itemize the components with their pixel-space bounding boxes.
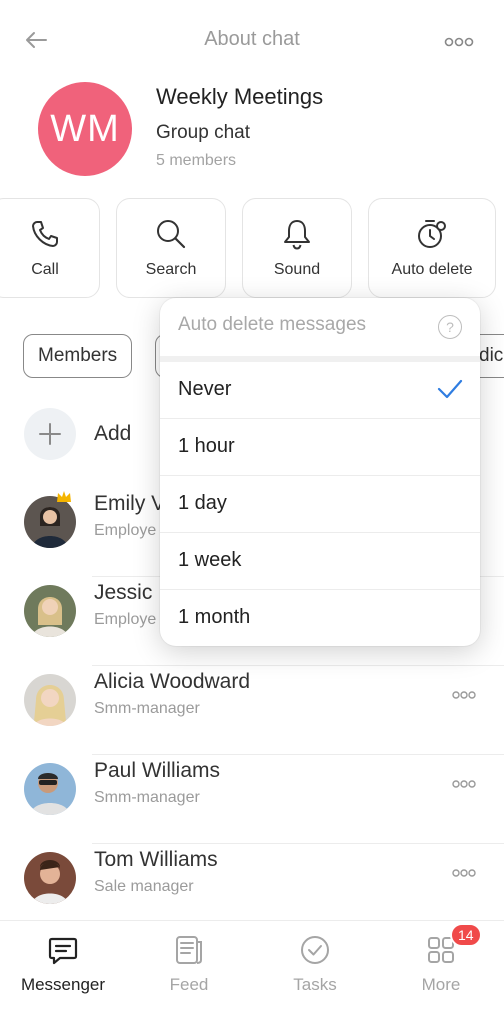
member-role: Employe [94, 611, 157, 628]
chat-initials: WM [50, 107, 120, 150]
member-role: Smm-manager [94, 789, 200, 806]
top-bar: About chat [0, 0, 504, 80]
timer-icon [418, 220, 446, 248]
nav-label: Feed [169, 975, 209, 994]
member-role: Employe [94, 522, 157, 539]
member-name: Alicia Woodward [94, 670, 251, 693]
auto-delete-label: Auto delete [391, 261, 473, 278]
help-icon[interactable]: ? [438, 315, 462, 339]
phone-icon [32, 221, 58, 247]
nav-more[interactable]: 14 More [378, 921, 504, 1024]
option-label: 1 hour [178, 435, 235, 457]
tab-media-label: dic [479, 345, 504, 366]
bottom-navigation: Messenger Feed Tasks 14 More [0, 920, 504, 1024]
more-options-icon[interactable] [452, 690, 476, 700]
option-1-week[interactable]: 1 week [160, 533, 480, 590]
member-role: Sale manager [94, 878, 194, 895]
add-button[interactable] [24, 408, 76, 460]
option-never[interactable]: Never [160, 362, 480, 419]
option-1-hour[interactable]: 1 hour [160, 419, 480, 476]
tom-avatar [24, 852, 76, 904]
tab-members[interactable]: Members [23, 334, 133, 378]
option-label: Never [178, 378, 232, 400]
dropdown-title: Auto delete messages [178, 314, 367, 335]
option-1-month[interactable]: 1 month [160, 590, 480, 647]
add-label: Add [94, 422, 132, 445]
crown-icon [57, 491, 71, 502]
option-1-day[interactable]: 1 day [160, 476, 480, 533]
feed-icon [176, 936, 202, 964]
bell-icon [284, 220, 310, 250]
chat-avatar[interactable]: WM [38, 82, 132, 176]
call-button[interactable]: Call [0, 198, 100, 298]
member-name: Paul Williams [94, 759, 221, 782]
alicia-avatar [24, 674, 76, 726]
nav-feed[interactable]: Feed [126, 921, 252, 1024]
paul-avatar [24, 763, 76, 815]
more-options-icon[interactable] [452, 779, 476, 789]
search-icon [157, 220, 186, 249]
page-title: About chat [204, 28, 300, 50]
auto-delete-button[interactable]: Auto delete [368, 198, 496, 298]
search-button[interactable]: Search [116, 198, 226, 298]
checkmark-icon [437, 379, 463, 399]
call-label: Call [31, 261, 59, 278]
member-name: Tom Williams [94, 848, 218, 871]
member-name: Emily V [94, 492, 166, 515]
member-role: Smm-manager [94, 700, 200, 717]
member-name: Jessic [94, 581, 153, 604]
option-label: 1 day [178, 492, 227, 514]
plus-icon [39, 423, 61, 445]
chat-name: Weekly Meetings [156, 84, 324, 109]
more-options-icon[interactable] [444, 36, 474, 48]
nav-tasks[interactable]: Tasks [252, 921, 378, 1024]
nav-label: More [421, 975, 461, 994]
more-options-icon[interactable] [452, 868, 476, 878]
notification-badge: 14 [450, 923, 482, 947]
chat-bubble-icon [48, 937, 78, 965]
chat-type: Group chat [156, 122, 250, 143]
auto-delete-dropdown: Auto delete messages ? Never 1 hour 1 da… [160, 298, 480, 646]
member-row[interactable]: Alicia Woodward Smm-manager [0, 666, 504, 755]
option-label: 1 month [178, 606, 251, 628]
nav-label: Messenger [20, 975, 106, 994]
jessica-avatar [24, 585, 76, 637]
member-count: 5 members [156, 152, 237, 169]
sound-button[interactable]: Sound [242, 198, 352, 298]
member-row[interactable]: Paul Williams Smm-manager [0, 755, 504, 844]
sound-label: Sound [273, 261, 321, 278]
option-label: 1 week [178, 549, 242, 571]
nav-messenger[interactable]: Messenger [0, 921, 126, 1024]
nav-label: Tasks [293, 975, 337, 994]
search-label: Search [145, 261, 197, 278]
check-circle-icon [301, 936, 329, 964]
